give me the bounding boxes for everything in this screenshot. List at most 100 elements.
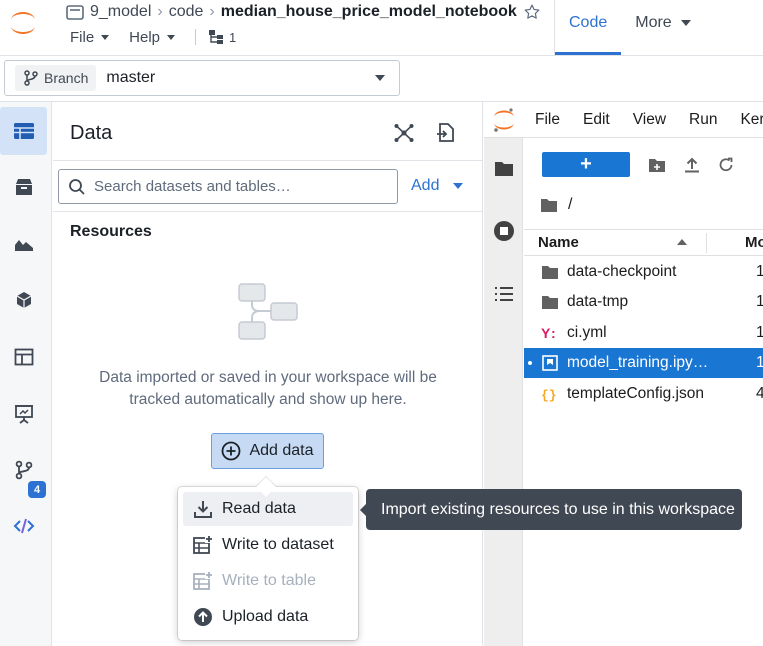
jupyter-menu-kernel[interactable]: Kerne <box>740 111 763 129</box>
list-icon <box>495 287 513 301</box>
menu-item-write-to-dataset[interactable]: Write to dataset <box>183 528 353 562</box>
search-row: Add <box>53 160 483 212</box>
search-box[interactable] <box>58 169 398 204</box>
menu-item-label: Upload data <box>222 608 309 625</box>
presentation-icon <box>14 405 33 424</box>
upload-circle-icon <box>194 608 212 626</box>
folder-icon <box>541 264 559 280</box>
folder-icon <box>541 294 559 310</box>
column-modified-header[interactable]: Mo <box>745 234 763 251</box>
rail-datasets[interactable] <box>0 107 47 155</box>
rail-models[interactable] <box>0 276 47 324</box>
jupyter-left-sidebar <box>484 138 523 646</box>
new-folder-icon[interactable] <box>648 157 666 173</box>
file-modified: 4 <box>756 385 763 402</box>
file-row-selected[interactable]: model_training.ipy… 1 <box>524 348 763 378</box>
path-root[interactable]: / <box>568 196 572 214</box>
lineage-button[interactable] <box>393 122 415 144</box>
menu-item-read-data[interactable]: Read data <box>183 492 353 526</box>
file-name: data-checkpoint <box>567 263 677 280</box>
jupyter-files-tab[interactable] <box>491 155 517 181</box>
caret-down-icon <box>453 183 464 189</box>
empty-state-text: Data imported or saved in your workspace… <box>99 369 437 408</box>
code-icon <box>13 518 34 534</box>
empty-state-illustration <box>237 282 299 342</box>
jupyter-menu-file[interactable]: File <box>535 111 560 129</box>
repo-count[interactable]: 1 <box>208 29 236 45</box>
left-icon-rail: 4 <box>0 102 52 646</box>
table-add-icon <box>193 571 213 590</box>
jupyter-menu-edit[interactable]: Edit <box>583 111 610 129</box>
file-modified: 1 <box>756 354 763 371</box>
add-data-label: Add data <box>249 442 314 459</box>
rail-tables[interactable] <box>0 333 47 381</box>
menu-item-label: Write to dataset <box>222 536 334 553</box>
file-modified: 1 <box>756 324 763 341</box>
add-data-button[interactable]: Add data <box>211 433 324 469</box>
rail-charts[interactable] <box>0 220 47 268</box>
rail-code[interactable] <box>0 502 47 550</box>
stop-circle-icon <box>494 221 514 241</box>
panel-title: Data <box>70 122 113 144</box>
menu-divider <box>195 29 197 45</box>
add-data-menu: Read data Write to dataset Write to tabl… <box>178 487 358 640</box>
file-list-header: Name Mo <box>524 229 763 256</box>
svg-text:{}: {} <box>541 388 557 402</box>
caret-down-icon <box>375 75 385 81</box>
yaml-file-icon: Y : <box>541 325 559 341</box>
jupyter-toc-tab[interactable] <box>491 281 517 307</box>
file-row[interactable]: {} templateConfig.json 4 <box>524 379 763 409</box>
menu-help-label: Help <box>129 28 161 46</box>
rail-presentation[interactable] <box>0 390 47 438</box>
menu-file[interactable]: File <box>70 28 110 46</box>
menu-item-upload-data[interactable]: Upload data <box>183 600 353 634</box>
file-row[interactable]: Y : ci.yml 1 <box>524 318 763 348</box>
branch-select[interactable]: Branch master <box>4 60 400 96</box>
jupyter-logo-icon <box>11 12 35 34</box>
breadcrumb: 9_model › code › median_house_price_mode… <box>66 2 541 22</box>
jupyter-menu-view[interactable]: View <box>633 111 666 129</box>
rail-packages[interactable] <box>0 163 47 211</box>
top-header: 9_model › code › median_house_price_mode… <box>0 0 763 56</box>
jupyter-running-tab[interactable] <box>491 218 517 244</box>
tooltip: Import existing resources to use in this… <box>366 489 742 530</box>
workspace-tabs: Code More <box>554 0 763 55</box>
search-input[interactable] <box>94 178 384 195</box>
upload-icon[interactable] <box>684 157 700 173</box>
file-modified: 1 <box>756 263 763 280</box>
menu-file-label: File <box>70 28 95 46</box>
file-name: data-tmp <box>567 293 629 310</box>
folder-icon <box>495 161 513 176</box>
jupyter-menu-items: File Edit View Run Kerne <box>535 111 763 129</box>
file-row[interactable]: data-tmp 1 <box>524 287 763 317</box>
tab-more[interactable]: More <box>621 0 704 55</box>
menu-help[interactable]: Help <box>129 28 176 46</box>
breadcrumb-code[interactable]: code <box>169 3 204 21</box>
column-name-header[interactable]: Name <box>538 234 579 251</box>
jupyter-menubar: File Edit View Run Kerne <box>484 102 763 138</box>
jupyter-menu-run[interactable]: Run <box>689 111 717 129</box>
table-icon <box>13 123 34 139</box>
folder-icon[interactable] <box>540 198 558 213</box>
tab-code[interactable]: Code <box>555 0 622 55</box>
branch-count-badge: 4 <box>28 481 46 498</box>
jupyterlab-frame: File Edit View Run Kerne + <box>484 102 763 646</box>
breadcrumb-repo[interactable]: 9_model <box>90 3 151 21</box>
download-icon <box>194 501 212 518</box>
import-button[interactable] <box>436 121 456 143</box>
column-divider[interactable] <box>706 233 707 253</box>
app-logo[interactable] <box>0 0 46 46</box>
document-import-icon <box>437 123 454 142</box>
repository-icon <box>66 4 84 20</box>
star-icon[interactable] <box>523 3 541 21</box>
menu-item-write-to-table: Write to table <box>183 564 353 598</box>
branch-bar: Branch master <box>0 56 763 102</box>
add-dropdown[interactable]: Add <box>411 177 464 195</box>
new-launcher-button[interactable]: + <box>542 152 630 177</box>
file-name: ci.yml <box>567 324 607 341</box>
tab-more-label: More <box>635 14 672 31</box>
refresh-icon[interactable] <box>718 157 734 173</box>
data-lineage-illustration-icon <box>238 283 298 340</box>
git-branch-icon <box>24 70 38 86</box>
file-row[interactable]: data-checkpoint 1 <box>524 257 763 287</box>
